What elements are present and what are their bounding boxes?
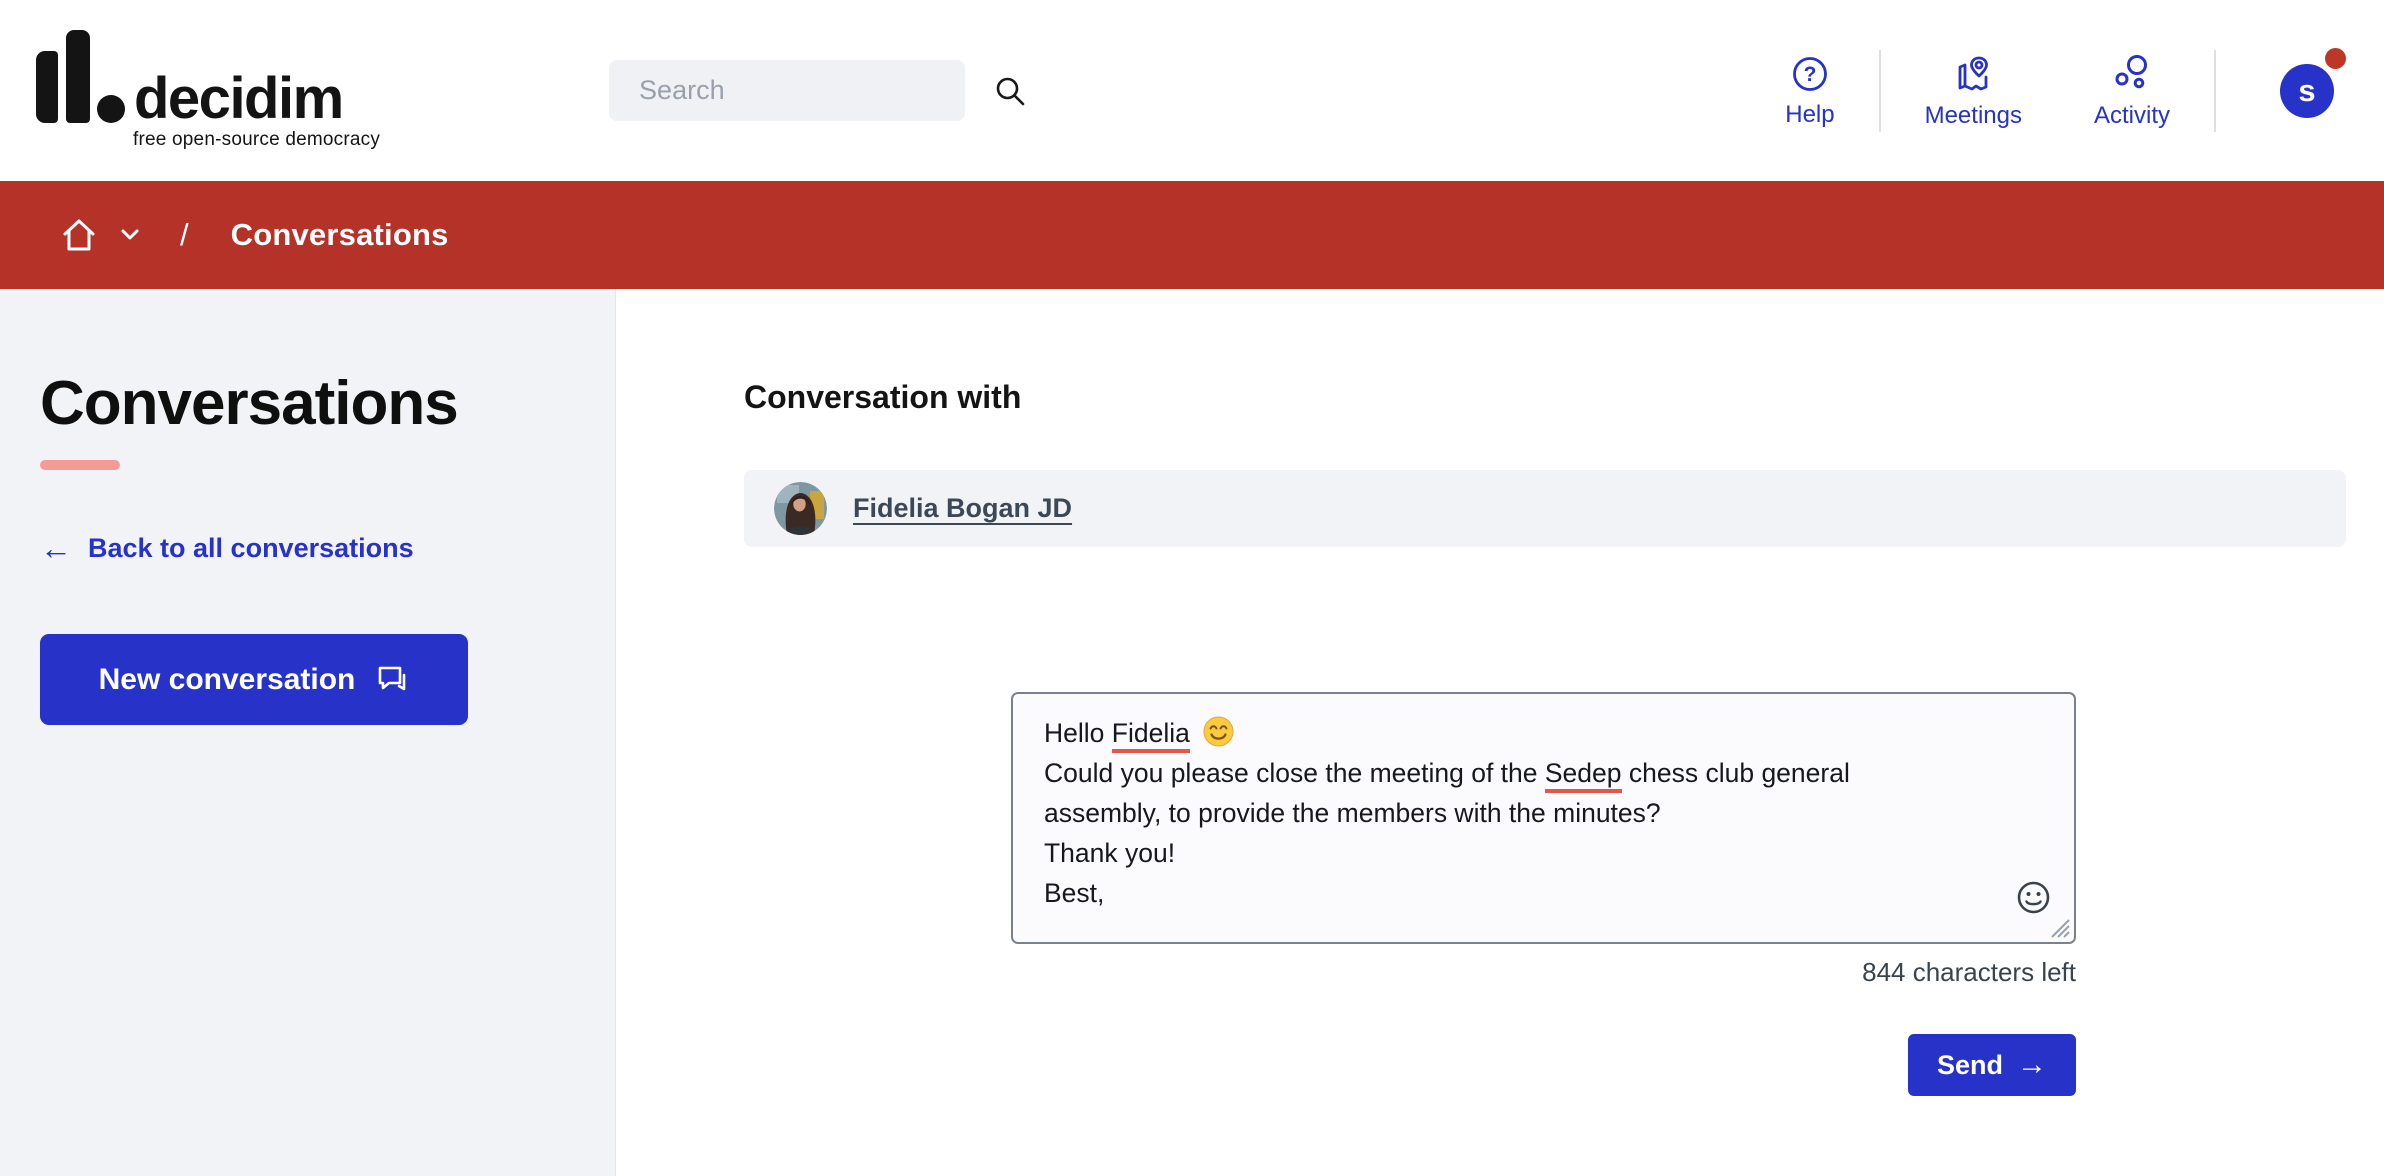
decidim-conversation-page: decidim free open-source democracy (0, 0, 2384, 1176)
smiling-face-emoji-icon (1203, 716, 1234, 747)
send-label: Send (1937, 1050, 2003, 1081)
nav-item-help[interactable]: ? Help (1749, 54, 1870, 127)
new-conversation-label: New conversation (99, 663, 356, 697)
new-conversation-button[interactable]: New conversation (40, 634, 468, 725)
breadcrumb-separator: / (180, 217, 189, 253)
notification-dot-icon (2325, 48, 2346, 69)
search-bar[interactable] (609, 60, 965, 121)
message-line: assembly, to provide the members with th… (1044, 793, 2014, 833)
misspelled-word: Fidelia (1112, 718, 1190, 753)
user-avatar[interactable]: s (2280, 64, 2334, 118)
breadcrumb-expand-button[interactable] (120, 228, 140, 242)
characters-left-counter: 844 characters left (1011, 957, 2076, 988)
main-panel: Conversation with (616, 289, 2384, 1176)
message-line: Hello Fidelia (1044, 713, 2014, 753)
activity-bubbles-icon (2111, 53, 2153, 95)
home-icon (58, 214, 100, 256)
top-nav: ? Help Meetings (1749, 50, 2224, 132)
search-icon (993, 74, 1027, 108)
send-button[interactable]: Send → (1908, 1034, 2076, 1096)
sidebar: Conversations ← Back to all conversation… (0, 289, 616, 1176)
question-circle-icon: ? (1790, 54, 1830, 94)
top-header: decidim free open-source democracy (0, 0, 2384, 181)
participant-avatar[interactable] (774, 482, 827, 535)
message-line: Thank you! (1044, 833, 2014, 873)
svg-text:?: ? (1803, 63, 1816, 86)
nav-divider (1879, 50, 1881, 132)
message-line: Could you please close the meeting of th… (1044, 753, 2014, 793)
back-link-label: Back to all conversations (88, 533, 414, 564)
chevron-down-icon (120, 228, 140, 242)
logo-bar-icon (36, 51, 58, 123)
decidim-logo[interactable]: decidim free open-source democracy (36, 30, 380, 151)
user-menu[interactable]: s (2280, 64, 2334, 118)
message-textarea[interactable]: Hello Fidelia Could you please close the… (1011, 692, 2076, 944)
conversation-heading: Conversation with (744, 379, 2346, 416)
message-composer: Hello Fidelia Could you please close the… (1011, 692, 2076, 1096)
map-pin-icon (1952, 53, 1994, 95)
participant-name-link[interactable]: Fidelia Bogan JD (853, 493, 1072, 524)
search-button[interactable] (993, 74, 1027, 108)
search-input[interactable] (639, 75, 993, 106)
breadcrumb-home-link[interactable] (58, 214, 100, 256)
misspelled-word: Sedep (1545, 758, 1622, 793)
title-accent-bar (40, 460, 120, 470)
nav-divider (2214, 50, 2216, 132)
chat-bubbles-icon (375, 663, 409, 697)
resize-handle[interactable] (2048, 916, 2070, 938)
nav-item-activity[interactable]: Activity (2058, 53, 2206, 128)
breadcrumb-current: Conversations (231, 217, 449, 253)
logo-bar-icon (66, 30, 90, 123)
back-arrow-icon: ← (40, 532, 72, 564)
back-to-conversations-link[interactable]: ← Back to all conversations (40, 532, 585, 564)
smiley-outline-icon (2015, 879, 2052, 916)
send-arrow-icon: → (2017, 1048, 2047, 1082)
logo-brand: decidim (134, 75, 343, 123)
message-line: Best, (1044, 873, 2014, 913)
logo-tagline: free open-source democracy (133, 129, 380, 151)
participant-row: Fidelia Bogan JD (744, 470, 2346, 547)
content-area: Conversations ← Back to all conversation… (0, 289, 2384, 1176)
emoji-picker-button[interactable] (2015, 879, 2052, 916)
logo-dot-icon (97, 95, 125, 123)
breadcrumb-bar: / Conversations (0, 181, 2384, 289)
page-title: Conversations (40, 371, 585, 436)
nav-item-meetings[interactable]: Meetings (1889, 53, 2058, 128)
